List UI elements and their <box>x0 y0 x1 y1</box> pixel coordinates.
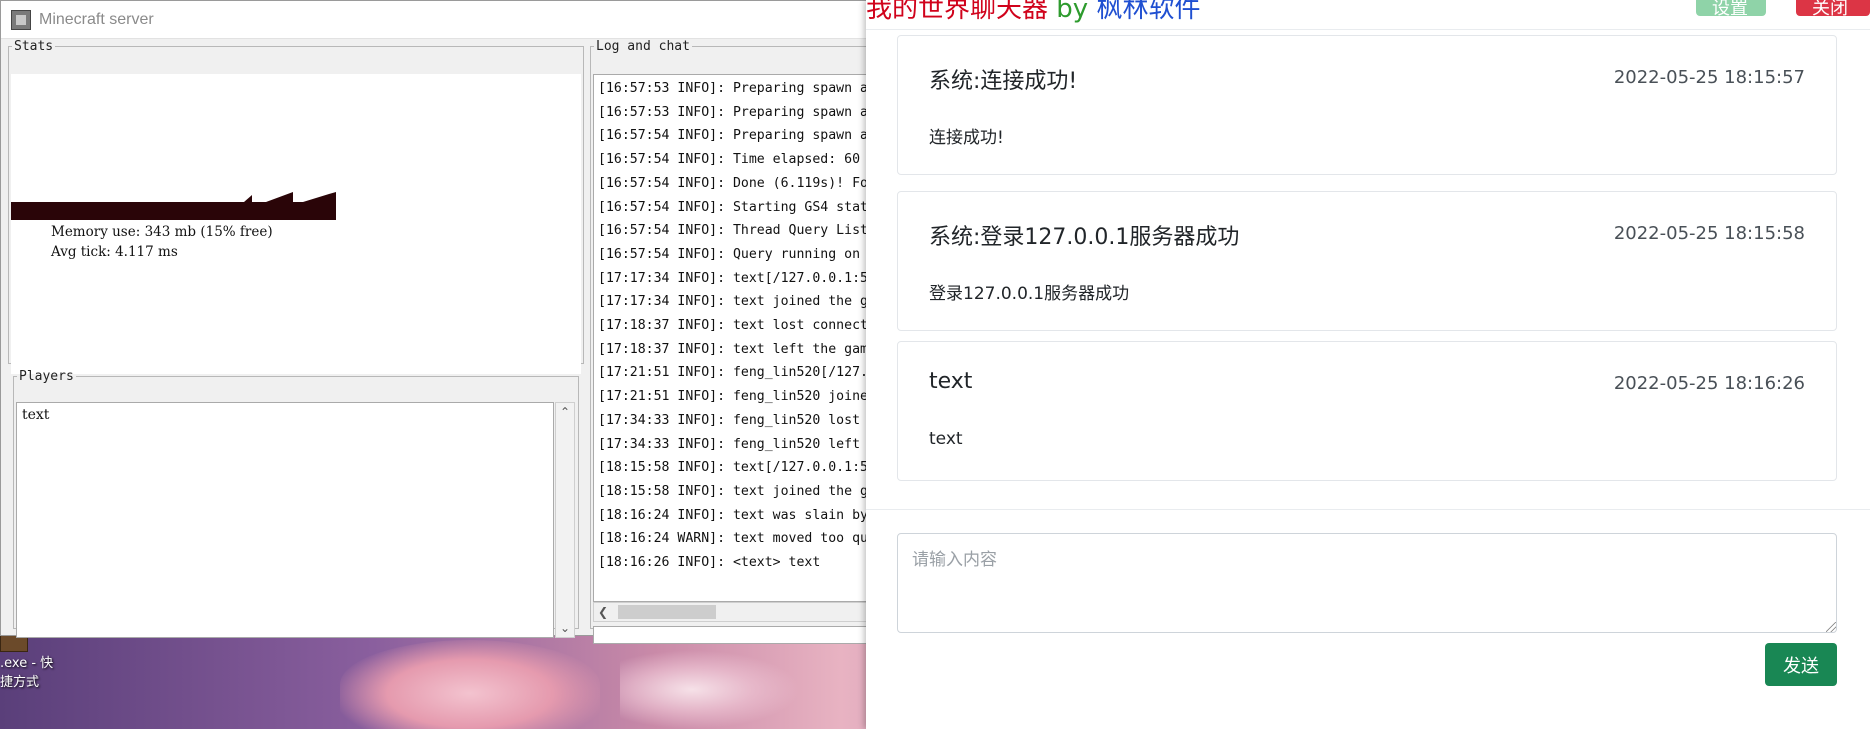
stats-area: Memory use: 343 mb (15% free) Avg tick: … <box>11 74 581 374</box>
log-line: [18:15:58 INFO]: text joined the g <box>598 483 868 499</box>
players-scrollbar[interactable]: ⌃ ⌄ <box>555 402 575 638</box>
message-sender: 系统:登录127.0.0.1服务器成功 <box>929 225 1240 250</box>
shortcut-label-line2: 捷方式 <box>0 675 40 690</box>
send-button[interactable]: 发送 <box>1765 643 1837 686</box>
stats-legend: Stats <box>14 39 54 54</box>
log-line: [16:57:54 INFO]: Time elapsed: 60 <box>598 152 861 168</box>
window-titlebar[interactable]: Minecraft server <box>1 1 869 39</box>
stats-panel: Stats Memory use: 343 mb (15% free) Avg … <box>8 39 584 374</box>
log-line: [17:21:51 INFO]: feng_lin520 joine <box>598 389 868 405</box>
scroll-down-icon[interactable]: ⌄ <box>556 619 574 637</box>
app-brand-title: 我的世界聊天器 by 枫林软件 <box>866 0 1200 25</box>
desktop-shortcut[interactable]: .exe - 快 捷方式 <box>0 634 60 692</box>
brand-author: 枫林软件 <box>1096 0 1201 24</box>
log-line: [18:16:26 INFO]: <text> text <box>598 555 821 571</box>
player-item[interactable]: text <box>17 403 553 427</box>
log-line: [17:17:34 INFO]: text joined the g <box>598 294 868 310</box>
log-panel: Log and chat [16:57:53 INFO]: Preparing … <box>590 39 880 644</box>
players-legend: Players <box>19 369 74 384</box>
message-time: 2022-05-25 18:15:57 <box>1613 67 1805 88</box>
chat-client-window: 我的世界聊天器 by 枫林软件 设置 关闭 系统:连接成功! 2022-05-2… <box>866 0 1870 729</box>
wallpaper-character-art <box>340 640 600 729</box>
server-command-input[interactable] <box>593 626 875 644</box>
settings-button[interactable]: 设置 <box>1696 0 1766 19</box>
scroll-left-icon[interactable]: ❮ <box>598 603 608 621</box>
log-line: [17:17:34 INFO]: text[/127.0.0.1:5 <box>598 270 868 286</box>
log-line: [16:57:53 INFO]: Preparing spawn a <box>598 104 868 120</box>
log-line: [17:18:37 INFO]: text left the gam <box>598 341 868 357</box>
memory-use-text: Memory use: 343 mb (15% free) <box>51 224 273 240</box>
log-line: [16:57:53 INFO]: Preparing spawn a <box>598 81 868 96</box>
message-card: 系统:连接成功! 2022-05-25 18:15:57 连接成功! <box>897 35 1837 175</box>
message-time: 2022-05-25 18:15:58 <box>1613 223 1805 244</box>
window-title: Minecraft server <box>39 10 154 28</box>
players-list[interactable]: text <box>16 402 554 638</box>
wallpaper-highlight <box>620 650 800 729</box>
log-legend: Log and chat <box>596 39 690 54</box>
log-line: [17:18:37 INFO]: text lost connect <box>598 318 868 334</box>
log-text-area[interactable]: [16:57:53 INFO]: Preparing spawn a [16:57… <box>593 74 875 602</box>
brand-name: 我的世界聊天器 <box>866 0 1049 24</box>
message-body: 连接成功! <box>929 128 1004 148</box>
scroll-up-icon[interactable]: ⌃ <box>556 403 574 421</box>
log-line: [17:34:33 INFO]: feng_lin520 lost <box>598 412 861 428</box>
avg-tick-text: Avg tick: 4.117 ms <box>51 244 178 260</box>
log-line: [16:57:54 INFO]: Preparing spawn a <box>598 128 868 144</box>
log-line: [18:15:58 INFO]: text[/127.0.0.1:5 <box>598 460 868 476</box>
chat-header: 我的世界聊天器 by 枫林软件 设置 关闭 <box>866 0 1870 30</box>
message-list[interactable]: 系统:连接成功! 2022-05-25 18:15:57 连接成功! 系统:登录… <box>866 30 1870 510</box>
log-line: [17:34:33 INFO]: feng_lin520 left <box>598 436 861 452</box>
minecraft-server-window: Minecraft server Stats Memory use: 343 m… <box>0 0 880 644</box>
resize-grip-icon[interactable] <box>1826 622 1836 632</box>
log-line: [16:57:54 INFO]: Thread Query List <box>598 223 868 239</box>
message-time: 2022-05-25 18:16:26 <box>1613 373 1805 394</box>
memory-usage-graph <box>11 192 336 220</box>
log-horizontal-scrollbar[interactable]: ❮ <box>593 602 875 622</box>
players-panel: Players text ⌃ ⌄ <box>13 369 579 638</box>
message-body: 登录127.0.0.1服务器成功 <box>929 284 1130 304</box>
message-body: text <box>929 429 963 449</box>
message-card: 系统:登录127.0.0.1服务器成功 2022-05-25 18:15:58 … <box>897 191 1837 331</box>
scrollbar-thumb[interactable] <box>618 605 716 619</box>
log-line: [16:57:54 INFO]: Starting GS4 stat <box>598 199 868 215</box>
message-card: text 2022-05-25 18:16:26 text <box>897 341 1837 481</box>
shortcut-label-line1: .exe - 快 <box>0 656 54 671</box>
minecraft-app-icon <box>11 9 31 30</box>
log-line: [17:21:51 INFO]: feng_lin520[/127. <box>598 365 868 381</box>
log-line: [16:57:54 INFO]: Done (6.119s)! Fo <box>598 175 868 191</box>
message-input[interactable] <box>897 533 1837 633</box>
log-line: [18:16:24 INFO]: text was slain by <box>598 507 868 523</box>
message-sender: 系统:连接成功! <box>929 69 1078 94</box>
close-button[interactable]: 关闭 <box>1796 0 1870 19</box>
brand-by: by <box>1056 0 1089 24</box>
log-line: [16:57:54 INFO]: Query running on <box>598 246 861 262</box>
message-sender: text <box>929 369 973 394</box>
log-line: [18:16:24 WARN]: text moved too qu <box>598 531 868 547</box>
